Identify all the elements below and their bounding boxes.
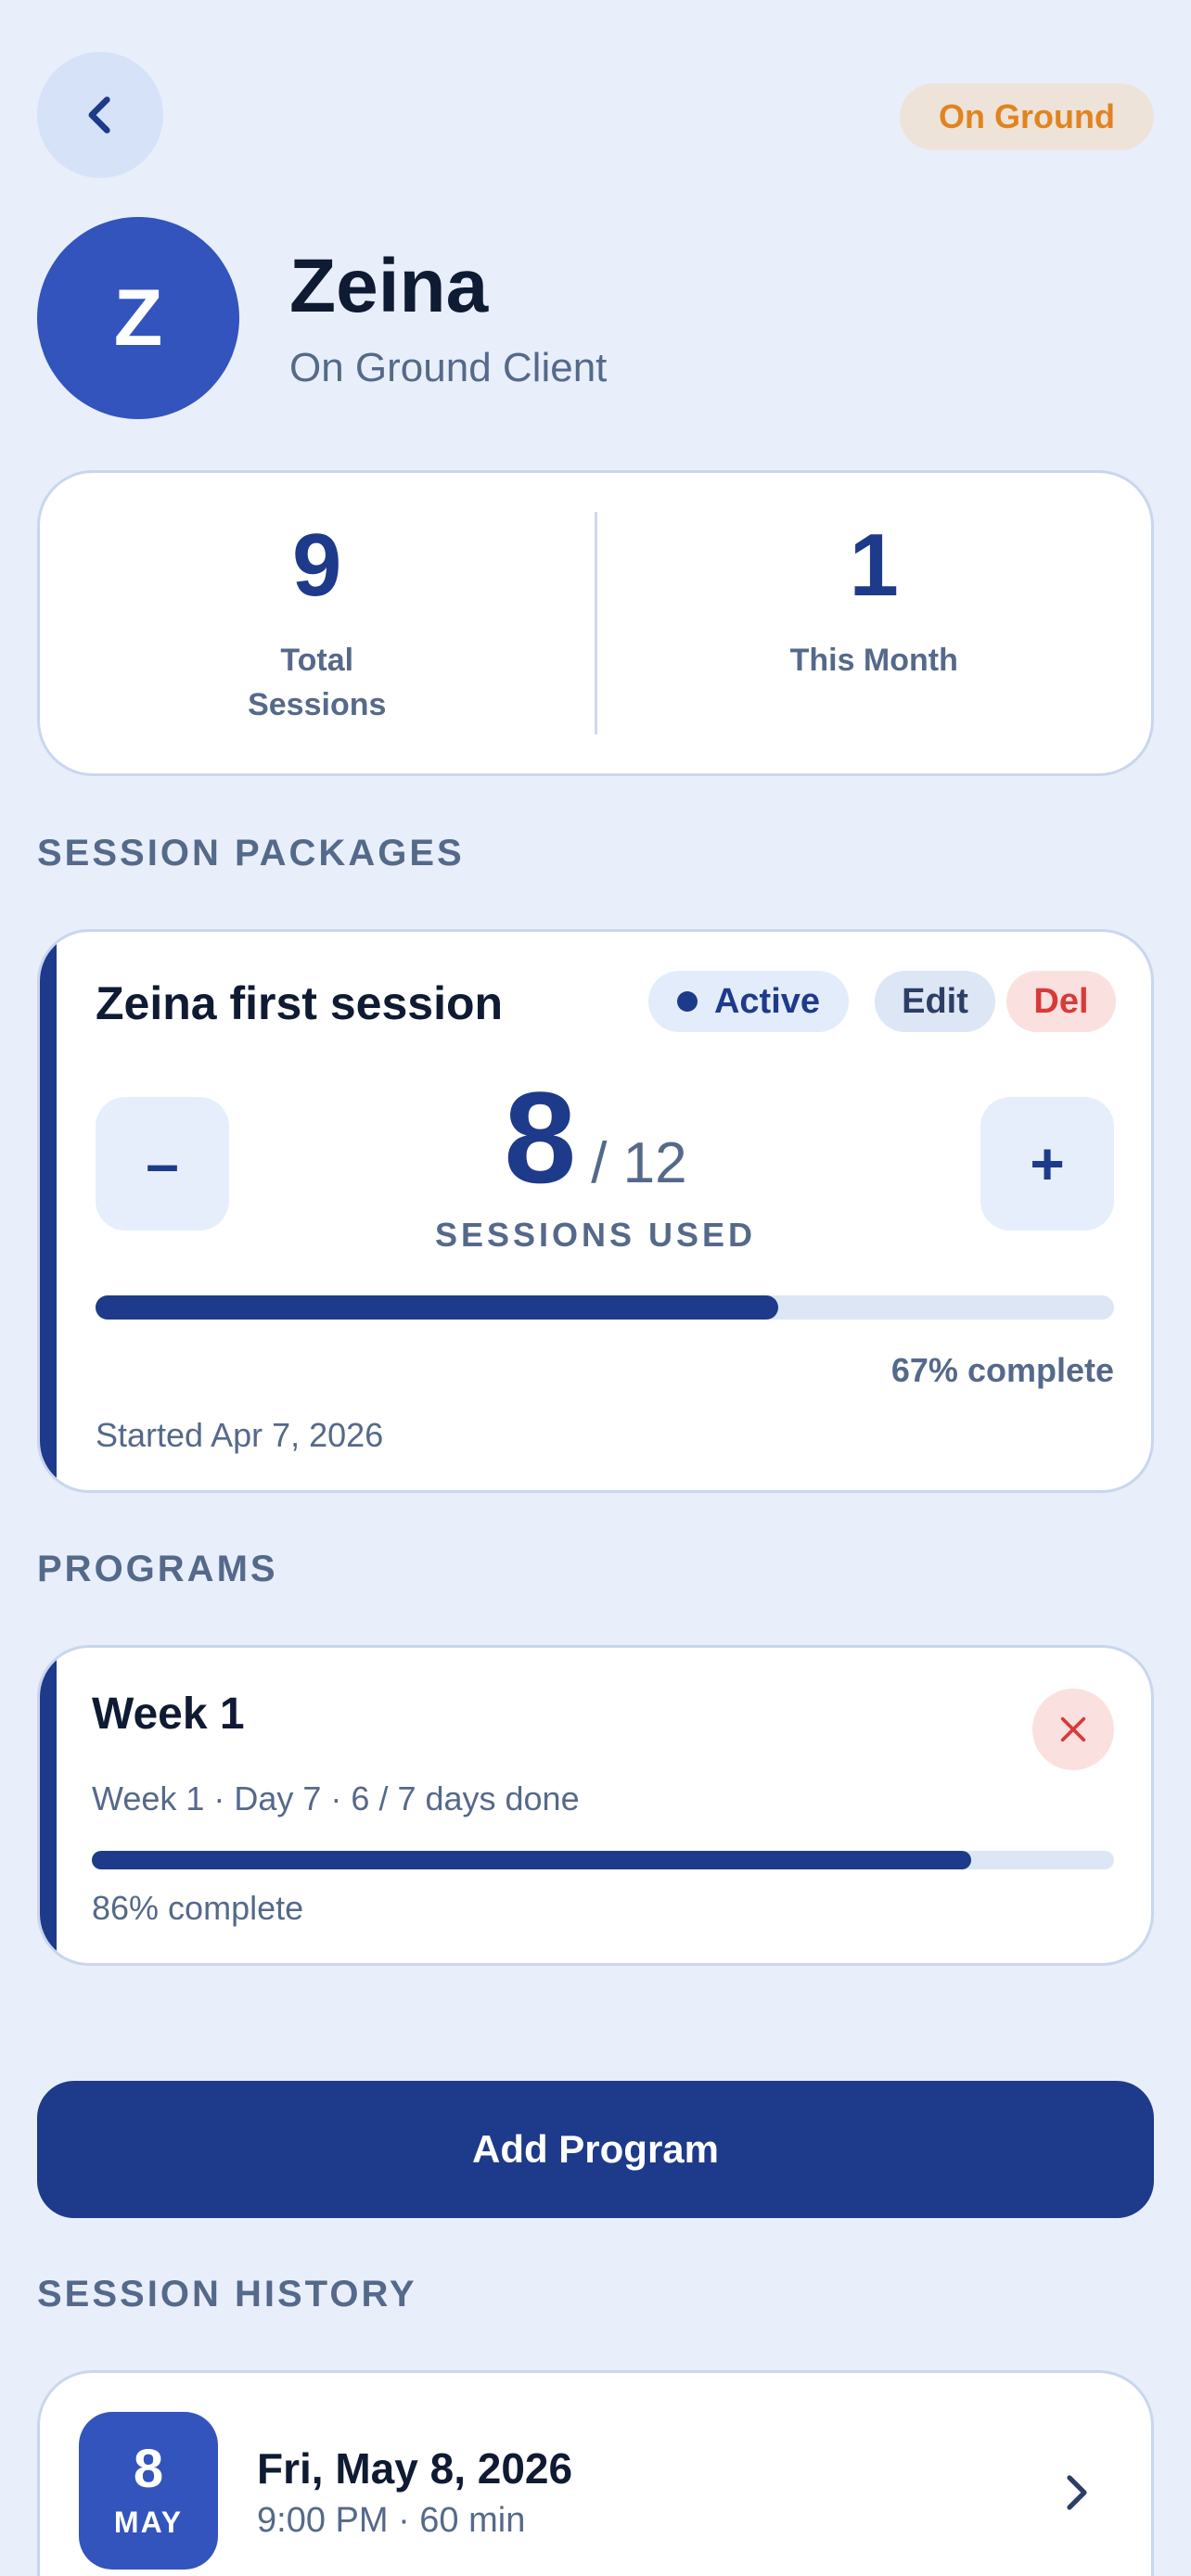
package-progress-bar — [96, 1295, 1114, 1320]
package-progress-fill — [96, 1295, 778, 1320]
client-type: On Ground Client — [289, 345, 608, 390]
program-meta: Week 1 · Day 7 · 6 / 7 days done — [92, 1779, 580, 1817]
session-date: Fri, May 8, 2026 — [257, 2444, 573, 2493]
client-detail-screen: On Ground Z Zeina On Ground Client 9 Tot… — [0, 0, 1191, 2576]
package-title: Zeina first session — [96, 977, 504, 1029]
session-history-item[interactable]: 8 MAY Fri, May 8, 2026 9:00 PM · 60 min — [37, 2370, 1154, 2576]
remove-program-button[interactable] — [1032, 1689, 1114, 1770]
sessions-used-label: SESSIONS USED — [434, 1216, 757, 1254]
close-icon — [1060, 1716, 1086, 1742]
program-card[interactable]: Week 1 Week 1 · Day 7 · 6 / 7 days done … — [37, 1645, 1154, 1966]
program-progress-label: 86% complete — [92, 1889, 304, 1927]
back-button[interactable] — [37, 52, 163, 178]
stat-this-month: 1 This Month — [597, 473, 1152, 773]
delete-button[interactable]: Del — [1006, 971, 1116, 1032]
package-progress-label: 67% complete — [890, 1351, 1114, 1389]
date-month: MAY — [113, 2505, 184, 2539]
sessions-total-value: / 12 — [591, 1131, 687, 1195]
section-title-session-history: SESSION HISTORY — [37, 2274, 417, 2315]
stat-value: 1 — [849, 516, 899, 615]
add-program-button[interactable]: Add Program — [37, 2081, 1154, 2218]
increment-button[interactable]: + — [980, 1097, 1114, 1231]
chevron-right-icon — [1067, 2475, 1087, 2510]
section-title-session-packages: SESSION PACKAGES — [37, 833, 465, 874]
status-label: Active — [713, 981, 821, 1021]
card-accent — [40, 1648, 57, 1963]
status-dot-icon — [676, 991, 698, 1012]
program-progress-fill — [92, 1851, 971, 1869]
chevron-left-icon — [88, 96, 110, 134]
stat-label: This Month — [789, 643, 958, 678]
avatar: Z — [37, 217, 239, 419]
stats-card: 9 Total Sessions 1 This Month — [37, 470, 1154, 776]
date-tile: 8 MAY — [79, 2412, 218, 2570]
stat-total-sessions: 9 Total Sessions — [40, 473, 595, 773]
session-time: 9:00 PM · 60 min — [257, 2501, 526, 2540]
status-badge: Active — [648, 971, 849, 1032]
stat-value: 9 — [292, 516, 342, 615]
date-day: 8 — [133, 2438, 164, 2499]
package-card: Zeina first session Active Edit Del – 8 … — [37, 929, 1154, 1493]
client-type-badge: On Ground — [900, 83, 1154, 150]
sessions-used-value: 8 — [504, 1065, 577, 1210]
client-name: Zeina — [289, 244, 489, 328]
edit-button[interactable]: Edit — [875, 971, 995, 1032]
section-title-programs: PROGRAMS — [37, 1549, 278, 1589]
package-started-date: Started Apr 7, 2026 — [96, 1416, 384, 1454]
program-progress-bar — [92, 1851, 1114, 1869]
card-accent — [40, 932, 57, 1490]
stat-label: Total Sessions — [248, 643, 387, 722]
program-title: Week 1 — [92, 1690, 245, 1739]
